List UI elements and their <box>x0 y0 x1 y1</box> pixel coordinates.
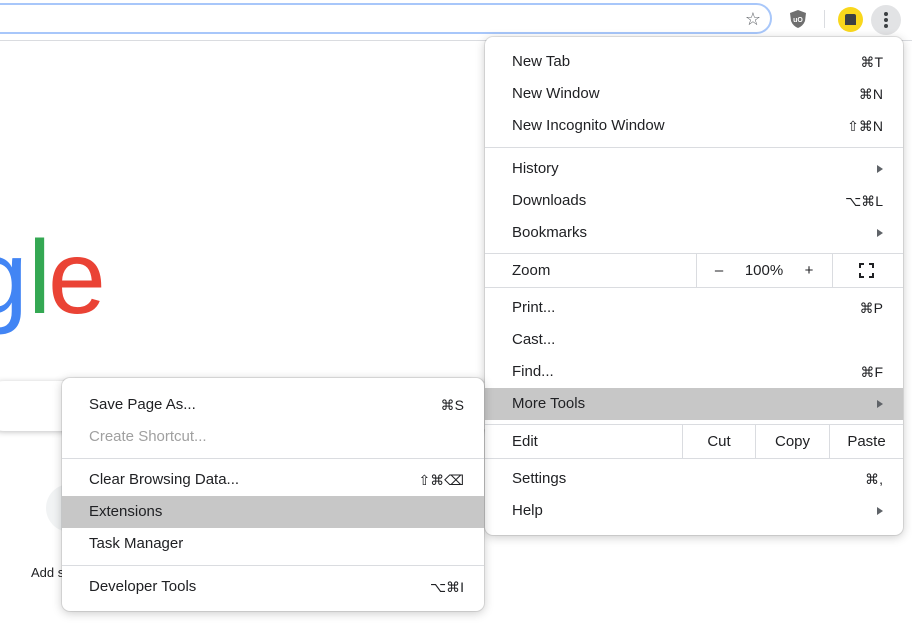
menu-item-shortcut: ⌥⌘I <box>429 579 464 595</box>
zoom-in-button[interactable]: + <box>791 254 827 287</box>
chrome-main-menu: New Tab ⌘T New Window ⌘N New Incognito W… <box>485 37 903 535</box>
paste-button[interactable]: Paste <box>830 425 903 458</box>
row-divider <box>696 254 697 287</box>
menu-item-find[interactable]: Find... ⌘F <box>485 356 903 388</box>
menu-item-settings[interactable]: Settings ⌘, <box>485 463 903 495</box>
menu-item-label: Extensions <box>89 503 163 520</box>
menu-separator <box>62 458 484 459</box>
menu-item-shortcut: ⌥⌘L <box>845 193 883 209</box>
menu-separator <box>485 147 903 148</box>
menu-item-label: Cast... <box>512 331 556 348</box>
menu-item-new-tab[interactable]: New Tab ⌘T <box>485 46 903 78</box>
menu-item-label: Task Manager <box>89 535 184 552</box>
menu-item-developer-tools[interactable]: Developer Tools ⌥⌘I <box>62 571 484 603</box>
menu-item-shortcut: ⌘P <box>859 300 883 316</box>
menu-item-label: Create Shortcut... <box>89 428 207 445</box>
zoom-out-button[interactable]: – <box>701 254 737 287</box>
submenu-arrow-icon <box>877 165 883 173</box>
add-shortcut-label: Add s <box>31 565 65 580</box>
fullscreen-icon[interactable] <box>859 263 874 278</box>
menu-item-shortcut: ⇧⌘⌫ <box>418 472 464 488</box>
menu-item-extensions[interactable]: Extensions <box>62 496 484 528</box>
menu-item-shortcut: ⌘N <box>858 86 883 102</box>
logo-letter: g <box>0 218 28 338</box>
submenu-arrow-icon <box>877 400 883 408</box>
menu-item-cast[interactable]: Cast... <box>485 324 903 356</box>
browser-toolbar: ☆ uO <box>0 0 912 41</box>
menu-item-save-page-as[interactable]: Save Page As... ⌘S <box>62 389 484 421</box>
menu-item-new-window[interactable]: New Window ⌘N <box>485 78 903 110</box>
toolbar-separator <box>824 10 825 28</box>
avatar-silhouette <box>845 14 856 25</box>
row-divider <box>832 254 833 287</box>
menu-item-bookmarks[interactable]: Bookmarks <box>485 217 903 249</box>
zoom-label: Zoom <box>512 262 551 279</box>
menu-dot-icon <box>884 12 888 16</box>
zoom-level: 100% <box>744 262 784 279</box>
submenu-arrow-icon <box>877 229 883 237</box>
menu-item-shortcut: ⌘T <box>860 54 883 70</box>
chrome-menu-button[interactable] <box>871 5 901 35</box>
menu-item-label: Clear Browsing Data... <box>89 471 240 488</box>
menu-item-label: More Tools <box>512 395 586 412</box>
edit-row: Edit Cut Copy Paste <box>485 424 903 459</box>
menu-item-new-incognito-window[interactable]: New Incognito Window ⇧⌘N <box>485 110 903 142</box>
menu-item-downloads[interactable]: Downloads ⌥⌘L <box>485 185 903 217</box>
menu-item-more-tools[interactable]: More Tools <box>485 388 903 420</box>
menu-item-shortcut: ⇧⌘N <box>847 118 883 134</box>
menu-item-label: New Window <box>512 85 600 102</box>
logo-letter: l <box>28 220 51 336</box>
ublock-origin-icon[interactable]: uO <box>788 9 808 29</box>
bookmark-star-icon[interactable]: ☆ <box>742 8 764 30</box>
menu-item-label: Settings <box>512 470 567 487</box>
edit-label: Edit <box>512 433 538 450</box>
menu-item-print[interactable]: Print... ⌘P <box>485 292 903 324</box>
ublock-label: uO <box>793 17 803 24</box>
menu-item-label: Developer Tools <box>89 578 197 595</box>
menu-item-task-manager[interactable]: Task Manager <box>62 528 484 560</box>
menu-item-shortcut: ⌘S <box>440 397 464 413</box>
zoom-row: Zoom – 100% + <box>485 253 903 288</box>
cut-button[interactable]: Cut <box>683 425 755 458</box>
menu-item-label: Bookmarks <box>512 224 588 241</box>
menu-item-label: History <box>512 160 559 177</box>
more-tools-submenu: Save Page As... ⌘S Create Shortcut... Cl… <box>62 378 484 611</box>
address-bar[interactable] <box>0 3 772 34</box>
menu-item-help[interactable]: Help <box>485 495 903 527</box>
menu-item-label: Downloads <box>512 192 587 209</box>
menu-dot-icon <box>884 18 888 22</box>
menu-item-history[interactable]: History <box>485 153 903 185</box>
logo-letter: e <box>48 220 106 336</box>
menu-separator <box>62 565 484 566</box>
menu-item-create-shortcut: Create Shortcut... <box>62 421 484 453</box>
google-logo: g l e <box>0 218 110 338</box>
menu-item-label: New Tab <box>512 53 571 70</box>
menu-item-label: Print... <box>512 299 556 316</box>
menu-item-shortcut: ⌘, <box>865 471 883 487</box>
copy-button[interactable]: Copy <box>756 425 829 458</box>
menu-item-label: Find... <box>512 363 554 380</box>
menu-item-shortcut: ⌘F <box>860 364 883 380</box>
profile-avatar-icon[interactable] <box>838 7 863 32</box>
menu-item-clear-browsing-data[interactable]: Clear Browsing Data... ⇧⌘⌫ <box>62 464 484 496</box>
menu-item-label: New Incognito Window <box>512 117 665 134</box>
menu-item-label: Help <box>512 502 543 519</box>
submenu-arrow-icon <box>877 507 883 515</box>
menu-item-label: Save Page As... <box>89 396 196 413</box>
menu-dot-icon <box>884 24 888 28</box>
